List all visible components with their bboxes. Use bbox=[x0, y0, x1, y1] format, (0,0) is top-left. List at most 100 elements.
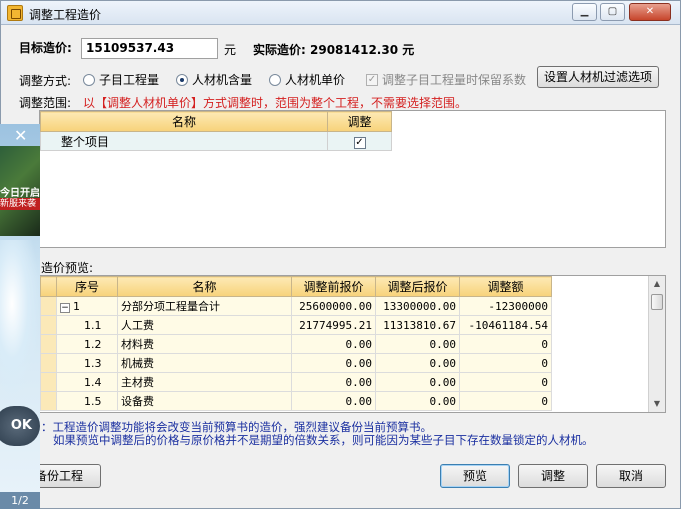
minimize-button[interactable]: ▁ bbox=[572, 3, 597, 21]
row-diff: 0 bbox=[459, 353, 552, 373]
row-idx: 1 bbox=[73, 299, 80, 313]
row-diff: 0 bbox=[459, 372, 552, 392]
row-before: 0.00 bbox=[291, 372, 376, 392]
adjust-range-note: 以【调整人材机单价】方式调整时，范围为整个工程，不需要选择范围。 bbox=[83, 96, 468, 110]
preview-col-diff: 调整额 bbox=[459, 276, 552, 297]
ad-decoration bbox=[0, 240, 40, 400]
range-grid-panel: 名称 调整 整个项目 ✓ bbox=[39, 110, 666, 248]
preview-scrollbar[interactable]: ▲ ▼ bbox=[648, 276, 665, 412]
target-price-unit: 元 bbox=[224, 43, 237, 57]
row-after: 0.00 bbox=[375, 391, 460, 411]
scroll-thumb[interactable] bbox=[651, 294, 663, 310]
note-line-2: 如果预览中调整后的价格与原价格并不是期望的倍数关系，则可能因为某些子目下存在数量… bbox=[53, 433, 594, 447]
ad-image-text: 今日开启 bbox=[0, 188, 40, 199]
row-diff: -10461184.54 bbox=[459, 315, 552, 335]
preview-grid-panel: 序号 名称 调整前报价 调整后报价 调整额 −1 分部分项工程量合计 25600… bbox=[39, 275, 666, 413]
row-idx: 1.2 bbox=[56, 334, 118, 354]
actual-price-label: 实际造价: bbox=[253, 43, 306, 57]
adjust-price-dialog: 调整工程造价 ▁ ▢ ✕ 目标造价: 15109537.43 元 实际造价: 2… bbox=[0, 0, 681, 509]
keep-coef-label: 调整子目工程量时保留系数 bbox=[382, 73, 527, 87]
row-idx: 1.5 bbox=[56, 391, 118, 411]
range-row-name: 整个项目 bbox=[40, 131, 328, 151]
table-row[interactable]: 1.3 机械费 0.00 0.00 0 bbox=[40, 353, 552, 373]
range-grid: 名称 调整 整个项目 ✓ bbox=[40, 111, 392, 151]
radio-quantity-label: 子目工程量 bbox=[99, 73, 160, 87]
actual-price-value: 29081412.30 bbox=[310, 43, 399, 57]
row-indicator bbox=[40, 353, 57, 373]
row-name: 主材费 bbox=[117, 372, 292, 392]
ad-image-subtext: 新服来袭 bbox=[0, 198, 40, 210]
title-bar: 调整工程造价 ▁ ▢ ✕ bbox=[1, 1, 680, 25]
row-name: 人工费 bbox=[117, 315, 292, 335]
row-after: 0.00 bbox=[375, 372, 460, 392]
row-idx: 1.3 bbox=[56, 353, 118, 373]
row-before: 0.00 bbox=[291, 334, 376, 354]
radio-quantity[interactable]: 子目工程量 bbox=[83, 71, 159, 88]
collapse-icon[interactable]: − bbox=[60, 302, 70, 313]
row-name: 分部分项工程量合计 bbox=[117, 296, 292, 316]
row-name: 设备费 bbox=[117, 391, 292, 411]
row-indicator bbox=[40, 372, 57, 392]
maximize-button[interactable]: ▢ bbox=[600, 3, 625, 21]
row-before: 0.00 bbox=[291, 391, 376, 411]
filter-options-button[interactable]: 设置人材机过滤选项 bbox=[537, 66, 659, 88]
preview-col-idx: 序号 bbox=[56, 276, 118, 297]
ad-ok-badge[interactable]: OK bbox=[0, 406, 40, 446]
row-indicator bbox=[40, 296, 57, 316]
row-before: 21774995.21 bbox=[291, 315, 376, 335]
preview-col-after: 调整后报价 bbox=[375, 276, 460, 297]
row-before: 25600000.00 bbox=[291, 296, 376, 316]
scroll-up-icon[interactable]: ▲ bbox=[649, 276, 665, 292]
window-title: 调整工程造价 bbox=[29, 8, 102, 22]
ad-close-icon[interactable]: ✕ bbox=[14, 126, 27, 145]
scroll-down-icon[interactable]: ▼ bbox=[649, 396, 665, 412]
preview-col-name: 名称 bbox=[117, 276, 292, 297]
row-indicator bbox=[40, 315, 57, 335]
radio-content-label: 人材机含量 bbox=[192, 73, 253, 87]
row-diff: 0 bbox=[459, 391, 552, 411]
actual-price: 实际造价: 29081412.30 元 bbox=[253, 41, 414, 58]
target-price-input[interactable]: 15109537.43 bbox=[81, 38, 218, 59]
radio-dot bbox=[269, 73, 281, 86]
row-after: 0.00 bbox=[375, 353, 460, 373]
row-name: 材料费 bbox=[117, 334, 292, 354]
table-row[interactable]: 1.1 人工费 21774995.21 11313810.67 -1046118… bbox=[40, 315, 552, 335]
row-idx-cell: −1 bbox=[56, 296, 118, 316]
actual-price-unit: 元 bbox=[402, 43, 415, 57]
warning-note: ：工程造价调整功能将会改变当前预算书的造价，强烈建议备份当前预算书。 如果预览中… bbox=[41, 421, 594, 447]
preview-label: 造价预览: bbox=[41, 261, 94, 275]
table-row[interactable]: 1.2 材料费 0.00 0.00 0 bbox=[40, 334, 552, 354]
row-idx: 1.1 bbox=[56, 315, 118, 335]
range-row-checkbox[interactable]: ✓ bbox=[353, 136, 366, 149]
row-idx: 1.4 bbox=[56, 372, 118, 392]
ad-overlay: ✕ 今日开启 新服来袭 OK 1/2 bbox=[0, 124, 40, 509]
row-diff: 0 bbox=[459, 334, 552, 354]
radio-content[interactable]: 人材机含量 bbox=[176, 71, 252, 88]
table-row[interactable]: 1.5 设备费 0.00 0.00 0 bbox=[40, 391, 552, 411]
cancel-button[interactable]: 取消 bbox=[596, 464, 666, 488]
preview-button[interactable]: 预览 bbox=[440, 464, 510, 488]
ad-pager[interactable]: 1/2 bbox=[0, 492, 40, 509]
row-after: 13300000.00 bbox=[375, 296, 460, 316]
target-price-label: 目标造价: bbox=[19, 41, 72, 55]
radio-dot-selected bbox=[176, 73, 188, 86]
row-indicator bbox=[40, 334, 57, 354]
adjust-mode-label: 调整方式: bbox=[19, 74, 72, 88]
row-indicator bbox=[40, 391, 57, 411]
range-col-name: 名称 bbox=[40, 111, 328, 132]
row-after: 0.00 bbox=[375, 334, 460, 354]
table-row[interactable]: −1 分部分项工程量合计 25600000.00 13300000.00 -12… bbox=[40, 296, 552, 316]
close-button[interactable]: ✕ bbox=[629, 3, 671, 21]
row-before: 0.00 bbox=[291, 353, 376, 373]
row-diff: -12300000 bbox=[459, 296, 552, 316]
range-row-check-cell[interactable]: ✓ bbox=[327, 131, 392, 151]
keep-coef-checkbox[interactable]: ✓ 调整子目工程量时保留系数 bbox=[366, 71, 526, 88]
radio-unit-price[interactable]: 人材机单价 bbox=[269, 71, 345, 88]
range-col-adjust: 调整 bbox=[327, 111, 392, 132]
radio-unit-price-label: 人材机单价 bbox=[285, 73, 346, 87]
row-name: 机械费 bbox=[117, 353, 292, 373]
table-row[interactable]: 1.4 主材费 0.00 0.00 0 bbox=[40, 372, 552, 392]
checkbox-box: ✓ bbox=[366, 73, 378, 86]
adjust-button[interactable]: 调整 bbox=[518, 464, 588, 488]
table-row[interactable]: 整个项目 ✓ bbox=[40, 131, 392, 151]
